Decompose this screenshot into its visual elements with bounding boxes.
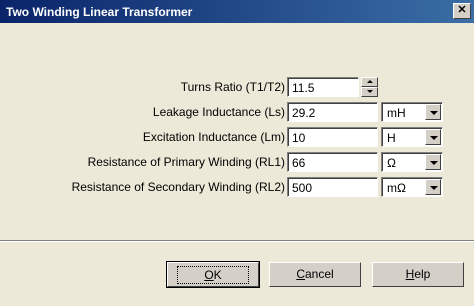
- dropdown-button[interactable]: [425, 154, 441, 170]
- excitation-input[interactable]: 10: [287, 127, 378, 147]
- close-button[interactable]: ✕: [453, 3, 471, 19]
- rl1-value: 66: [292, 156, 306, 170]
- rl2-label: Resistance of Secondary Winding (RL2): [71, 180, 285, 194]
- arrow-up-icon: [367, 80, 373, 83]
- help-rest: elp: [414, 267, 431, 281]
- leakage-row: Leakage Inductance (Ls) 29.2 mH: [0, 102, 474, 122]
- close-icon: ✕: [457, 4, 467, 16]
- leakage-label: Leakage Inductance (Ls): [152, 105, 285, 119]
- help-button-label: Help: [406, 267, 431, 281]
- rl1-unit-select[interactable]: Ω: [381, 152, 443, 172]
- spin-up-button[interactable]: [361, 77, 378, 87]
- turns-ratio-input[interactable]: 11.5: [287, 77, 359, 97]
- excitation-unit: H: [387, 131, 396, 145]
- chevron-down-icon: [430, 161, 438, 165]
- cancel-rest: ancel: [304, 267, 334, 281]
- leakage-unit-select[interactable]: mH: [381, 102, 443, 122]
- chevron-down-icon: [430, 136, 438, 140]
- leakage-unit: mH: [387, 106, 406, 120]
- title-bar[interactable]: Two Winding Linear Transformer ✕: [0, 0, 474, 23]
- ok-button[interactable]: OK: [166, 261, 260, 288]
- turns-ratio-value: 11.5: [292, 81, 315, 95]
- turns-ratio-label: Turns Ratio (T1/T2): [180, 80, 285, 94]
- rl1-label: Resistance of Primary Winding (RL1): [87, 155, 285, 169]
- rl1-input[interactable]: 66: [287, 152, 378, 172]
- cancel-button-label: Cancel: [296, 267, 333, 281]
- excitation-row: Excitation Inductance (Lm) 10 H: [0, 127, 474, 147]
- excitation-label: Excitation Inductance (Lm): [142, 130, 285, 144]
- dropdown-button[interactable]: [425, 129, 441, 145]
- dropdown-button[interactable]: [425, 104, 441, 120]
- cancel-button[interactable]: Cancel: [269, 262, 361, 287]
- excitation-unit-select[interactable]: H: [381, 127, 443, 147]
- ok-button-label: OK: [177, 266, 249, 284]
- help-button[interactable]: Help: [372, 262, 464, 287]
- window-title: Two Winding Linear Transformer: [6, 5, 193, 19]
- rl2-unit-select[interactable]: mΩ: [381, 177, 443, 197]
- chevron-down-icon: [430, 186, 438, 190]
- separator: [0, 240, 474, 242]
- rl2-unit: mΩ: [387, 181, 406, 195]
- leakage-value: 29.2: [292, 106, 316, 120]
- ok-mnemonic: O: [204, 268, 214, 282]
- dropdown-button[interactable]: [425, 179, 441, 195]
- rl1-unit: Ω: [387, 156, 396, 170]
- ok-rest: K: [213, 268, 222, 282]
- turns-ratio-row: Turns Ratio (T1/T2) 11.5: [0, 77, 474, 97]
- leakage-input[interactable]: 29.2: [287, 102, 378, 122]
- rl2-value: 500: [292, 181, 313, 195]
- chevron-down-icon: [430, 111, 438, 115]
- cancel-mnemonic: C: [296, 267, 305, 281]
- excitation-value: 10: [292, 131, 306, 145]
- transformer-dialog: Two Winding Linear Transformer ✕ Turns R…: [0, 0, 474, 306]
- rl1-row: Resistance of Primary Winding (RL1) 66 Ω: [0, 152, 474, 172]
- spin-down-button[interactable]: [361, 87, 378, 97]
- rl2-row: Resistance of Secondary Winding (RL2) 50…: [0, 177, 474, 197]
- rl2-input[interactable]: 500: [287, 177, 378, 197]
- arrow-down-icon: [367, 90, 373, 93]
- turns-ratio-spinner[interactable]: [361, 77, 378, 97]
